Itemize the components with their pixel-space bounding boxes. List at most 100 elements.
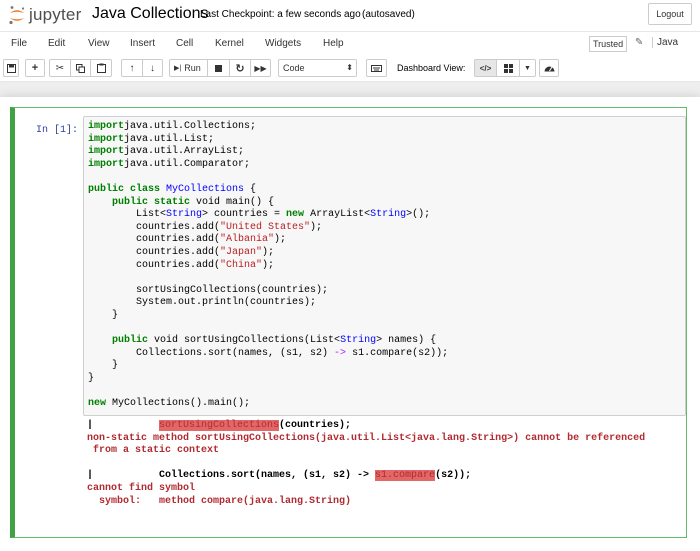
arrow-down-icon: ↓ <box>150 62 155 74</box>
menu-file[interactable]: File <box>11 38 27 49</box>
dashboard-preview-button[interactable] <box>539 59 559 77</box>
select-caret-icon: ⬍ <box>346 63 353 72</box>
code-token: public class <box>88 183 167 195</box>
menu-insert[interactable]: Insert <box>130 38 155 49</box>
code-token: (s2)); <box>435 470 472 482</box>
logout-button[interactable]: Logout <box>648 3 692 25</box>
toolbar: + ✂ ↑ ↓ ▶| Run ↻ ▶▶ Code ⬍ Dashboard Vie… <box>0 56 700 82</box>
code-token: "Albania" <box>220 234 275 246</box>
code-token: String <box>340 335 377 347</box>
insert-cell-button[interactable]: + <box>25 59 45 77</box>
output-line: | sortUsingCollections(countries); <box>87 420 645 433</box>
code-editor[interactable]: importjava.util.Collections; importjava.u… <box>83 116 686 416</box>
code-line: Collections.sort(names, (s1, s2) -> s1.c… <box>88 348 681 361</box>
code-line: System.out.println(countries); <box>88 297 681 310</box>
code-token: ); <box>310 221 323 233</box>
code-cell[interactable]: In [1]: importjava.util.Collections; impo… <box>10 107 687 538</box>
code-token: | Collections.sort(names, (s1, s2) -> <box>87 470 376 482</box>
code-token: java.util.ArrayList; <box>124 146 245 158</box>
interrupt-button[interactable] <box>207 59 229 77</box>
notebook-page: In [1]: importjava.util.Collections; impo… <box>0 97 700 551</box>
restart-run-all-button[interactable]: ▶▶ <box>250 59 271 77</box>
code-line: new MyCollections().main(); <box>88 398 681 411</box>
error-highlight: sortUsingCollections <box>159 420 280 431</box>
code-token: } <box>88 360 119 372</box>
code-text[interactable]: importjava.util.Collections; importjava.u… <box>84 117 685 415</box>
output-line: | Collections.sort(names, (s1, s2) -> s1… <box>87 470 645 483</box>
code-token: public <box>112 335 149 347</box>
notebook-view-button[interactable]: </> <box>474 59 497 77</box>
menu-cell[interactable]: Cell <box>176 38 193 49</box>
code-token: import <box>88 133 125 145</box>
code-line: countries.add("China"); <box>88 260 681 273</box>
step-forward-icon: ▶| <box>174 65 182 72</box>
move-down-button[interactable]: ↓ <box>142 59 163 77</box>
code-token: java.util.List; <box>124 133 215 145</box>
output-line: cannot find symbol <box>87 483 645 496</box>
code-token: > countries = <box>202 209 287 221</box>
code-token: ); <box>262 246 275 258</box>
error-highlight: s1.compare <box>375 470 436 482</box>
layout-dropdown-button[interactable]: ▼ <box>519 59 536 77</box>
code-token: s1.compare(s2)); <box>346 347 449 359</box>
menu-widgets[interactable]: Widgets <box>265 38 301 49</box>
jupyter-logo[interactable]: jupyter <box>8 4 81 26</box>
menu-help[interactable]: Help <box>323 38 344 49</box>
code-token: import <box>88 158 125 170</box>
trusted-indicator[interactable]: Trusted <box>589 36 628 52</box>
code-token: MyCollections <box>166 183 245 195</box>
code-line: public void sortUsingCollections(List<St… <box>88 335 681 348</box>
code-token: void main() { <box>190 196 275 208</box>
kernel-indicator[interactable]: Java <box>652 37 678 48</box>
cell-output: | sortUsingCollections(countries); non-st… <box>87 420 645 508</box>
save-button[interactable] <box>3 59 19 77</box>
cut-button[interactable]: ✂ <box>49 59 70 77</box>
code-token: ); <box>274 234 287 246</box>
code-line: importjava.util.Collections; <box>88 121 681 134</box>
code-token: import <box>88 146 125 158</box>
code-token: "Japan" <box>220 246 263 258</box>
code-line: List<String> countries = new ArrayList<S… <box>88 209 681 222</box>
code-token: countries.add( <box>88 234 221 246</box>
code-token: countries.add( <box>88 221 221 233</box>
code-token: java.util.Collections; <box>124 121 257 132</box>
menu-edit[interactable]: Edit <box>48 38 65 49</box>
code-line: sortUsingCollections(countries); <box>88 285 681 298</box>
grid-layout-button[interactable] <box>497 59 519 77</box>
code-token: "China" <box>220 259 263 271</box>
caret-down-icon: ▼ <box>524 64 531 72</box>
input-prompt: In [1]: <box>36 125 79 136</box>
edit-pencil-icon[interactable]: ✎ <box>635 37 643 48</box>
menubar: File Edit View Insert Cell Kernel Widget… <box>0 31 700 56</box>
logo-text: jupyter <box>29 5 82 24</box>
restart-button[interactable]: ↻ <box>229 59 250 77</box>
notebook-title[interactable]: Java Collections <box>92 5 209 23</box>
code-token: System.out.println(countries); <box>88 297 317 309</box>
code-token: { <box>244 183 257 195</box>
code-line: importjava.util.ArrayList; <box>88 146 681 159</box>
code-line: importjava.util.List; <box>88 134 681 147</box>
run-button[interactable]: ▶| Run <box>169 59 207 77</box>
code-token: import <box>88 121 125 132</box>
code-token: new <box>88 398 107 410</box>
command-palette-button[interactable] <box>366 59 387 77</box>
menu-kernel[interactable]: Kernel <box>215 38 244 49</box>
move-up-button[interactable]: ↑ <box>121 59 142 77</box>
code-token: Collections.sort(names, (s1, s2) <box>88 347 335 359</box>
paste-button[interactable] <box>91 59 112 77</box>
code-token: "United States" <box>220 221 311 233</box>
keyboard-icon <box>371 64 382 72</box>
code-line: public static void main() { <box>88 197 681 210</box>
menu-view[interactable]: View <box>88 38 110 49</box>
cell-type-select[interactable]: Code ⬍ <box>278 59 357 77</box>
code-token: >(); <box>406 209 431 221</box>
output-line: from a static context <box>87 445 645 458</box>
copy-button[interactable] <box>70 59 91 77</box>
jupyter-logo-icon <box>9 6 25 25</box>
